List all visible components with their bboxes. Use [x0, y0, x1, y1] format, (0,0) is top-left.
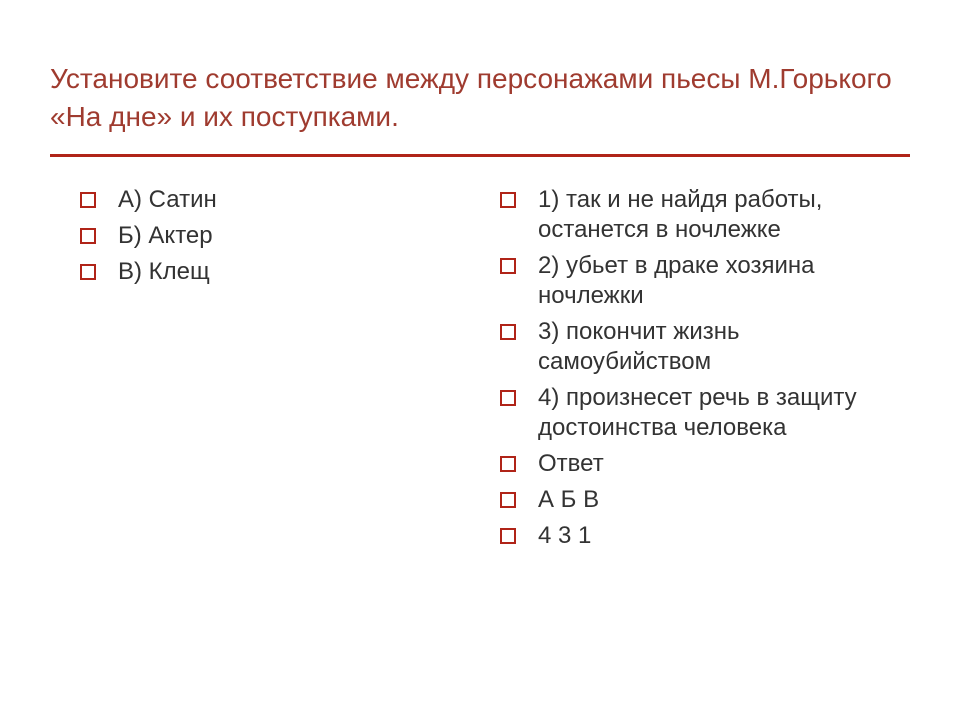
list-item-text: Ответ — [538, 449, 604, 479]
square-bullet-icon — [80, 192, 96, 208]
square-bullet-icon — [500, 456, 516, 472]
list-item-text: 3) покончит жизнь самоубийством — [538, 317, 910, 377]
list-item-text: 1) так и не найдя работы, останется в но… — [538, 185, 910, 245]
list-item: 2) убьет в драке хозяина ночлежки — [500, 251, 910, 311]
square-bullet-icon — [500, 192, 516, 208]
title-divider — [50, 154, 910, 157]
square-bullet-icon — [500, 528, 516, 544]
content-columns: А) Сатин Б) Актер В) Клещ 1) так и не на… — [50, 185, 910, 557]
left-column: А) Сатин Б) Актер В) Клещ — [50, 185, 450, 557]
square-bullet-icon — [500, 492, 516, 508]
list-item: А) Сатин — [80, 185, 450, 215]
list-item: 3) покончит жизнь самоубийством — [500, 317, 910, 377]
list-item: В) Клещ — [80, 257, 450, 287]
list-item-text: Б) Актер — [118, 221, 213, 251]
list-item: 1) так и не найдя работы, останется в но… — [500, 185, 910, 245]
square-bullet-icon — [80, 228, 96, 244]
slide-title: Установите соответствие между персонажам… — [50, 60, 910, 136]
list-item: Ответ — [500, 449, 910, 479]
square-bullet-icon — [80, 264, 96, 280]
list-item: Б) Актер — [80, 221, 450, 251]
list-item-text: 2) убьет в драке хозяина ночлежки — [538, 251, 910, 311]
list-item-text: В) Клещ — [118, 257, 210, 287]
square-bullet-icon — [500, 258, 516, 274]
list-item-text: А) Сатин — [118, 185, 217, 215]
list-item: 4 3 1 — [500, 521, 910, 551]
square-bullet-icon — [500, 324, 516, 340]
list-item-text: А Б В — [538, 485, 599, 515]
list-item-text: 4) произнесет речь в защиту достоинства … — [538, 383, 910, 443]
list-item: А Б В — [500, 485, 910, 515]
list-item: 4) произнесет речь в защиту достоинства … — [500, 383, 910, 443]
right-column: 1) так и не найдя работы, останется в но… — [490, 185, 910, 557]
square-bullet-icon — [500, 390, 516, 406]
list-item-text: 4 3 1 — [538, 521, 591, 551]
